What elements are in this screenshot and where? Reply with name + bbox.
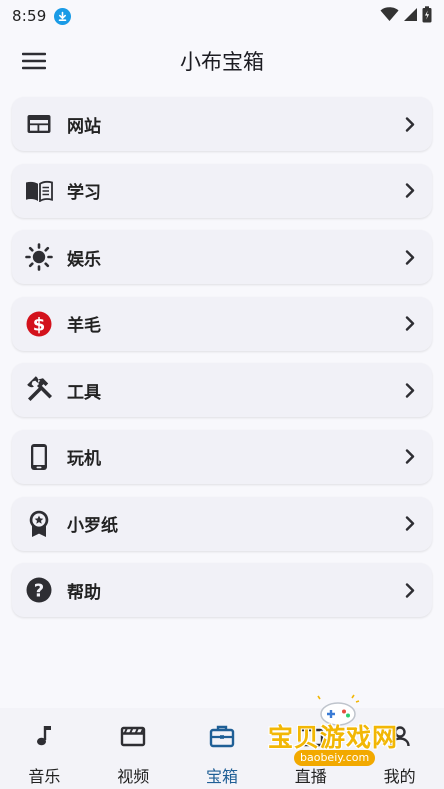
- chevron-right-icon: [402, 381, 418, 399]
- list-item-tools[interactable]: 工具: [12, 363, 432, 418]
- list-item-website[interactable]: 网站: [12, 97, 432, 151]
- hammer-wrench-icon: [25, 376, 53, 404]
- status-time: 8:59: [12, 7, 47, 25]
- top-app-bar: 小布宝箱: [0, 34, 444, 88]
- briefcase-icon: [208, 722, 236, 750]
- chevron-right-icon: [402, 115, 418, 133]
- award-badge-icon: [25, 510, 53, 538]
- film-clapper-icon: [119, 722, 147, 750]
- list-item-label: 学习: [67, 183, 101, 204]
- list-item-help[interactable]: ? 帮助: [12, 563, 432, 618]
- list-item-label: 帮助: [67, 582, 101, 603]
- chevron-right-icon: [402, 581, 418, 599]
- chevron-right-icon: [402, 315, 418, 333]
- dollar-coin-icon: $: [25, 310, 53, 338]
- nav-item-music[interactable]: 音乐: [0, 708, 89, 789]
- list-item-phone[interactable]: 玩机: [12, 429, 432, 484]
- list-item-label: 玩机: [67, 449, 101, 470]
- nav-item-treasure-box[interactable]: 宝箱: [178, 708, 267, 789]
- list-item-label: 羊毛: [67, 316, 101, 337]
- cellular-signal-icon: [403, 7, 418, 26]
- page-title: 小布宝箱: [180, 50, 264, 74]
- nav-item-video[interactable]: 视频: [89, 708, 178, 789]
- smartphone-icon: [25, 443, 53, 471]
- open-book-icon: [25, 177, 53, 205]
- list-item-label: 小罗纸: [67, 516, 118, 537]
- watermark-url: baobeiy.com: [294, 750, 376, 766]
- help-circle-icon: ?: [25, 576, 53, 604]
- category-list: 网站 学习 娱乐 $ 羊毛 工具 玩机 小罗纸 ? 帮助: [12, 97, 432, 630]
- list-item-deals[interactable]: $ 羊毛: [12, 296, 432, 351]
- list-item-label: 网站: [67, 116, 101, 137]
- status-bar: 8:59: [0, 0, 444, 32]
- nav-label: 音乐: [28, 767, 61, 786]
- list-item-entertainment[interactable]: 娱乐: [12, 230, 432, 285]
- nav-label: 宝箱: [205, 767, 238, 786]
- battery-charging-icon: [422, 5, 432, 27]
- download-icon: [54, 7, 72, 25]
- nav-label: 视频: [117, 767, 150, 786]
- chevron-right-icon: [402, 248, 418, 266]
- list-item-label: 工具: [67, 382, 101, 403]
- list-item-label: 娱乐: [67, 249, 101, 270]
- svg-text:$: $: [33, 314, 46, 335]
- list-item-xiaoluozhi[interactable]: 小罗纸: [12, 496, 432, 551]
- wifi-icon: [380, 6, 399, 26]
- list-item-study[interactable]: 学习: [12, 163, 432, 218]
- browser-window-icon: [25, 110, 53, 138]
- watermark-text: 宝贝游戏网: [268, 723, 399, 752]
- chevron-right-icon: [402, 448, 418, 466]
- sun-icon: [25, 243, 53, 271]
- svg-text:?: ?: [34, 581, 44, 602]
- hamburger-menu-icon[interactable]: [14, 43, 54, 79]
- watermark-overlay: 宝贝游戏网 baobeiy.com: [266, 694, 416, 774]
- status-icons: [380, 5, 432, 27]
- chevron-right-icon: [402, 182, 418, 200]
- music-note-icon: [30, 722, 58, 750]
- chevron-right-icon: [402, 515, 418, 533]
